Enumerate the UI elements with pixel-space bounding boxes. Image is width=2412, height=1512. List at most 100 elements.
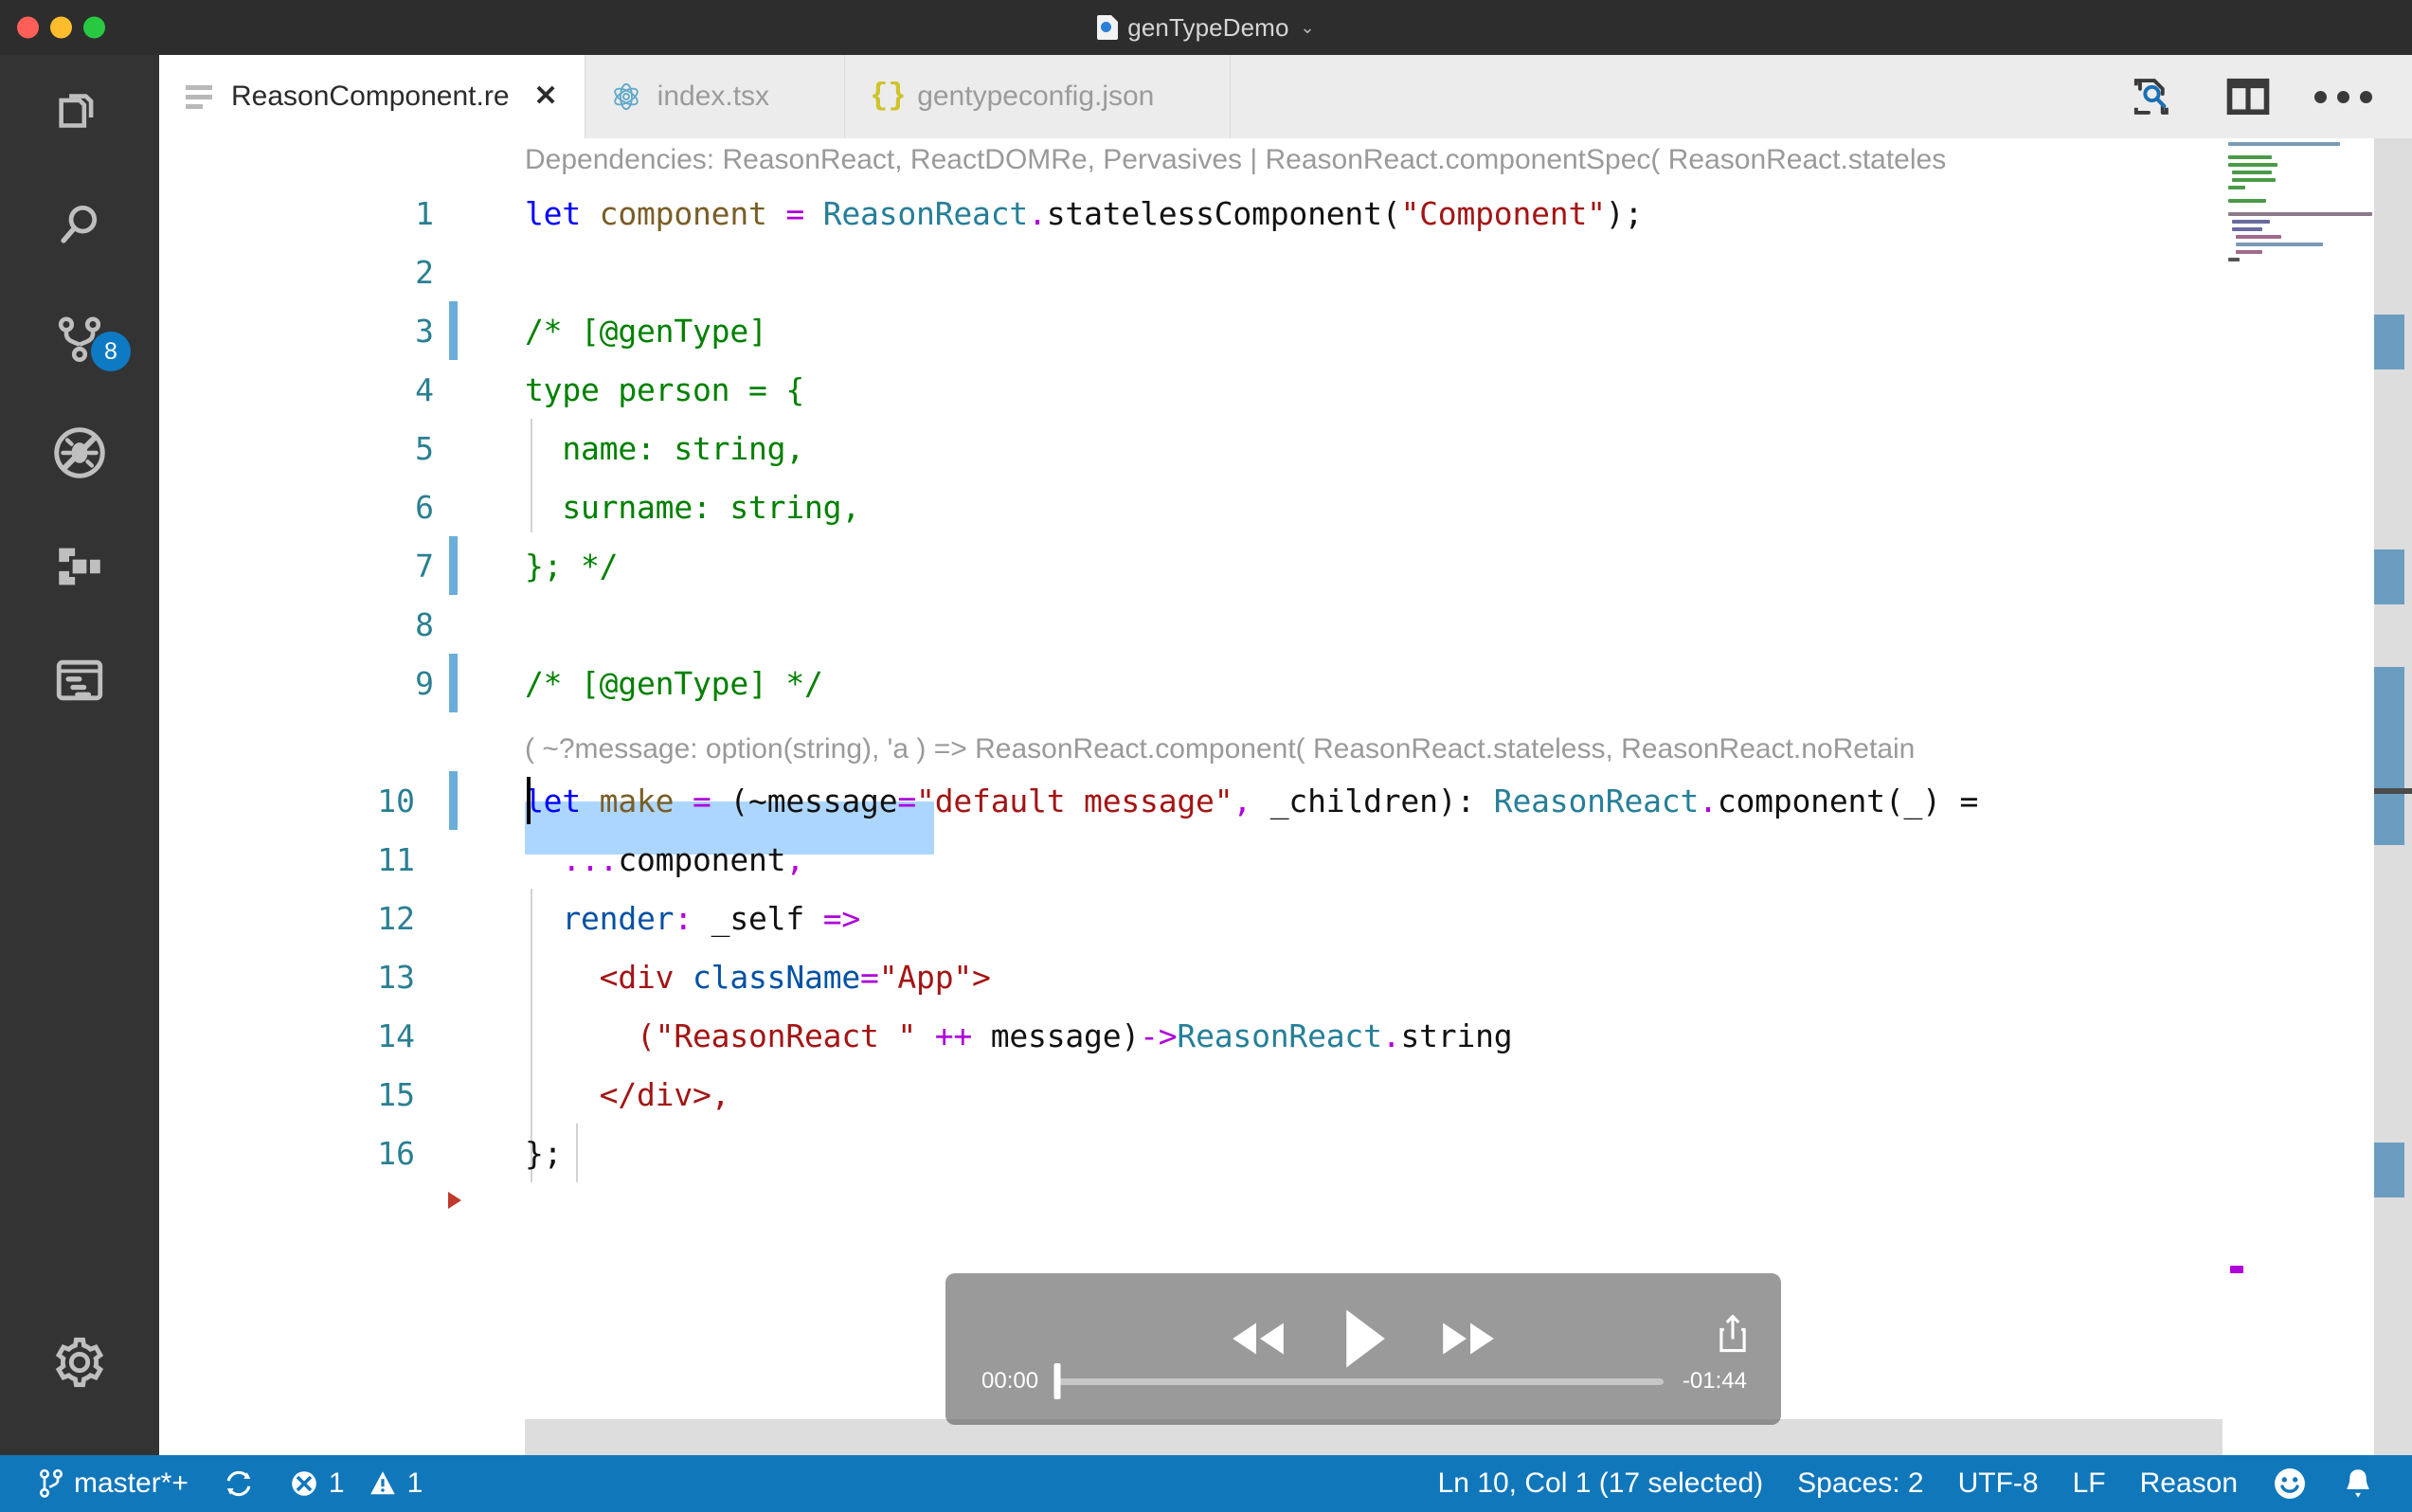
sidebar-item-source-control[interactable]: 8 <box>0 282 159 396</box>
open-changes-button[interactable] <box>2128 71 2179 122</box>
tab-label: ReasonComponent.re <box>231 81 510 113</box>
status-language-mode[interactable]: Reason <box>2123 1455 2255 1512</box>
sidebar-item-run-debug[interactable] <box>0 396 159 510</box>
code-token: ("ReasonReact " <box>525 1017 935 1054</box>
minimap[interactable] <box>2223 138 2374 1455</box>
line-number: 7 <box>301 536 434 595</box>
media-player-overlay[interactable]: 00:00 -01:44 <box>945 1273 1781 1425</box>
status-eol[interactable]: LF <box>2056 1455 2123 1512</box>
code-token: let <box>525 783 600 819</box>
line-number: 15 <box>282 1065 415 1124</box>
fast-forward-button[interactable] <box>1437 1314 1500 1363</box>
activity-bar: 8 <box>0 55 159 1455</box>
git-branch-icon <box>38 1468 64 1499</box>
vertical-scrollbar[interactable] <box>2374 138 2412 1455</box>
code-token: ReasonReact <box>1177 1017 1381 1054</box>
remaining-time: -01:44 <box>1683 1368 1747 1395</box>
code-line: render: _self => <box>525 889 860 947</box>
zoom-window-button[interactable] <box>83 17 105 39</box>
chevron-down-icon[interactable]: ⌄ <box>1301 18 1315 38</box>
progress-knob[interactable] <box>1054 1363 1061 1399</box>
tab-index-tsx[interactable]: index.tsx ✕ <box>585 55 846 138</box>
code-editor[interactable]: Dependencies: ReasonReact, ReactDOMRe, P… <box>159 138 2412 1455</box>
gutter-change-marker <box>449 771 458 830</box>
status-notifications[interactable] <box>2325 1455 2391 1512</box>
tab-bar: ReasonComponent.re ✕ index.tsx ✕ <box>159 55 2412 138</box>
line-number: 2 <box>301 243 434 301</box>
tab-reason-component[interactable]: ReasonComponent.re ✕ <box>159 55 585 138</box>
line-number: 5 <box>301 419 434 477</box>
tab-gentypeconfig-json[interactable]: {} gentypeconfig.json ✕ <box>845 55 1230 138</box>
fold-arrow-icon[interactable] <box>448 1192 461 1209</box>
sidebar-item-explorer[interactable] <box>0 55 159 169</box>
sync-icon <box>223 1467 255 1500</box>
codelens-dependencies[interactable]: Dependencies: ReasonReact, ReactDOMRe, P… <box>525 144 1946 176</box>
code-token: make <box>600 783 693 819</box>
status-encoding[interactable]: UTF-8 <box>1941 1455 2056 1512</box>
code-token: <div <box>525 959 693 996</box>
close-tab-button[interactable]: ✕ <box>534 82 558 111</box>
status-problems[interactable]: 1 1 <box>272 1455 440 1512</box>
overview-change-marker <box>2374 549 2404 604</box>
media-player-scrubber[interactable]: 00:00 -01:44 <box>981 1362 1747 1400</box>
editor-area: ReasonComponent.re ✕ index.tsx ✕ <box>159 55 2412 1455</box>
progress-track[interactable] <box>1057 1378 1664 1385</box>
terminal-icon <box>52 653 107 708</box>
share-icon <box>1717 1313 1749 1355</box>
line-number: 12 <box>282 889 415 947</box>
status-cursor-position[interactable]: Ln 10, Col 1 (17 selected) <box>1421 1455 1781 1512</box>
horizontal-scrollbar[interactable] <box>525 1419 2247 1455</box>
status-indentation[interactable]: Spaces: 2 <box>1780 1455 1940 1512</box>
error-count: 1 <box>329 1467 345 1500</box>
status-sync[interactable] <box>206 1455 272 1512</box>
code-token: . <box>1699 783 1718 819</box>
code-token: type person = { <box>525 371 804 408</box>
more-actions-button[interactable] <box>2317 71 2368 122</box>
code-token: = <box>897 783 916 819</box>
share-button[interactable] <box>1717 1313 1749 1359</box>
tab-label: index.tsx <box>657 81 769 113</box>
close-window-button[interactable] <box>17 17 39 39</box>
line-number: 4 <box>301 360 434 419</box>
code-token: = <box>693 783 729 819</box>
search-icon <box>52 198 107 253</box>
code-token: surname: string, <box>525 489 860 526</box>
code-token: render <box>525 900 674 937</box>
sidebar-item-extensions[interactable] <box>0 510 159 623</box>
status-branch[interactable]: master*+ <box>21 1455 206 1512</box>
code-line: name: string, <box>525 419 804 477</box>
code-line: let make = (~message="default message", … <box>525 771 1978 830</box>
code-token: . <box>1382 1017 1401 1054</box>
line-number: 11 <box>282 830 415 889</box>
code-token: </div>, <box>525 1076 729 1113</box>
code-line: }; */ <box>525 536 618 595</box>
code-token: _children <box>1251 783 1438 819</box>
line-number: 14 <box>282 1006 415 1065</box>
line-number: 16 <box>282 1124 415 1182</box>
codelens-make-signature[interactable]: ( ~?message: option(string), 'a ) => Rea… <box>525 733 1915 765</box>
code-token: , <box>1233 783 1251 819</box>
status-feedback[interactable] <box>2255 1455 2325 1512</box>
rewind-button[interactable] <box>1227 1314 1289 1363</box>
sidebar-item-manage[interactable] <box>0 1305 159 1419</box>
minimize-window-button[interactable] <box>50 17 72 39</box>
code-token: }; */ <box>525 548 618 585</box>
extensions-icon <box>52 539 107 594</box>
window-title: genTypeDemo ⌄ <box>1097 13 1314 43</box>
code-line: /* [@genType] */ <box>525 654 823 712</box>
split-editor-icon <box>2223 72 2273 121</box>
play-button[interactable] <box>1339 1307 1388 1370</box>
line-number: 6 <box>301 477 434 536</box>
code-token: . <box>1028 195 1047 232</box>
sidebar-item-search[interactable] <box>0 169 159 282</box>
code-token: -> <box>1140 1017 1177 1054</box>
code-line: }; <box>525 1124 562 1182</box>
code-line: let component = ReasonReact.statelessCom… <box>525 184 1643 243</box>
split-editor-button[interactable] <box>2223 71 2274 122</box>
files-icon <box>52 84 107 139</box>
gutter-change-marker <box>449 654 458 712</box>
sidebar-item-remote[interactable] <box>0 623 159 737</box>
code-token: ReasonReact <box>823 195 1028 232</box>
play-icon <box>1339 1307 1388 1370</box>
code-token: ReasonReact <box>1494 783 1699 819</box>
